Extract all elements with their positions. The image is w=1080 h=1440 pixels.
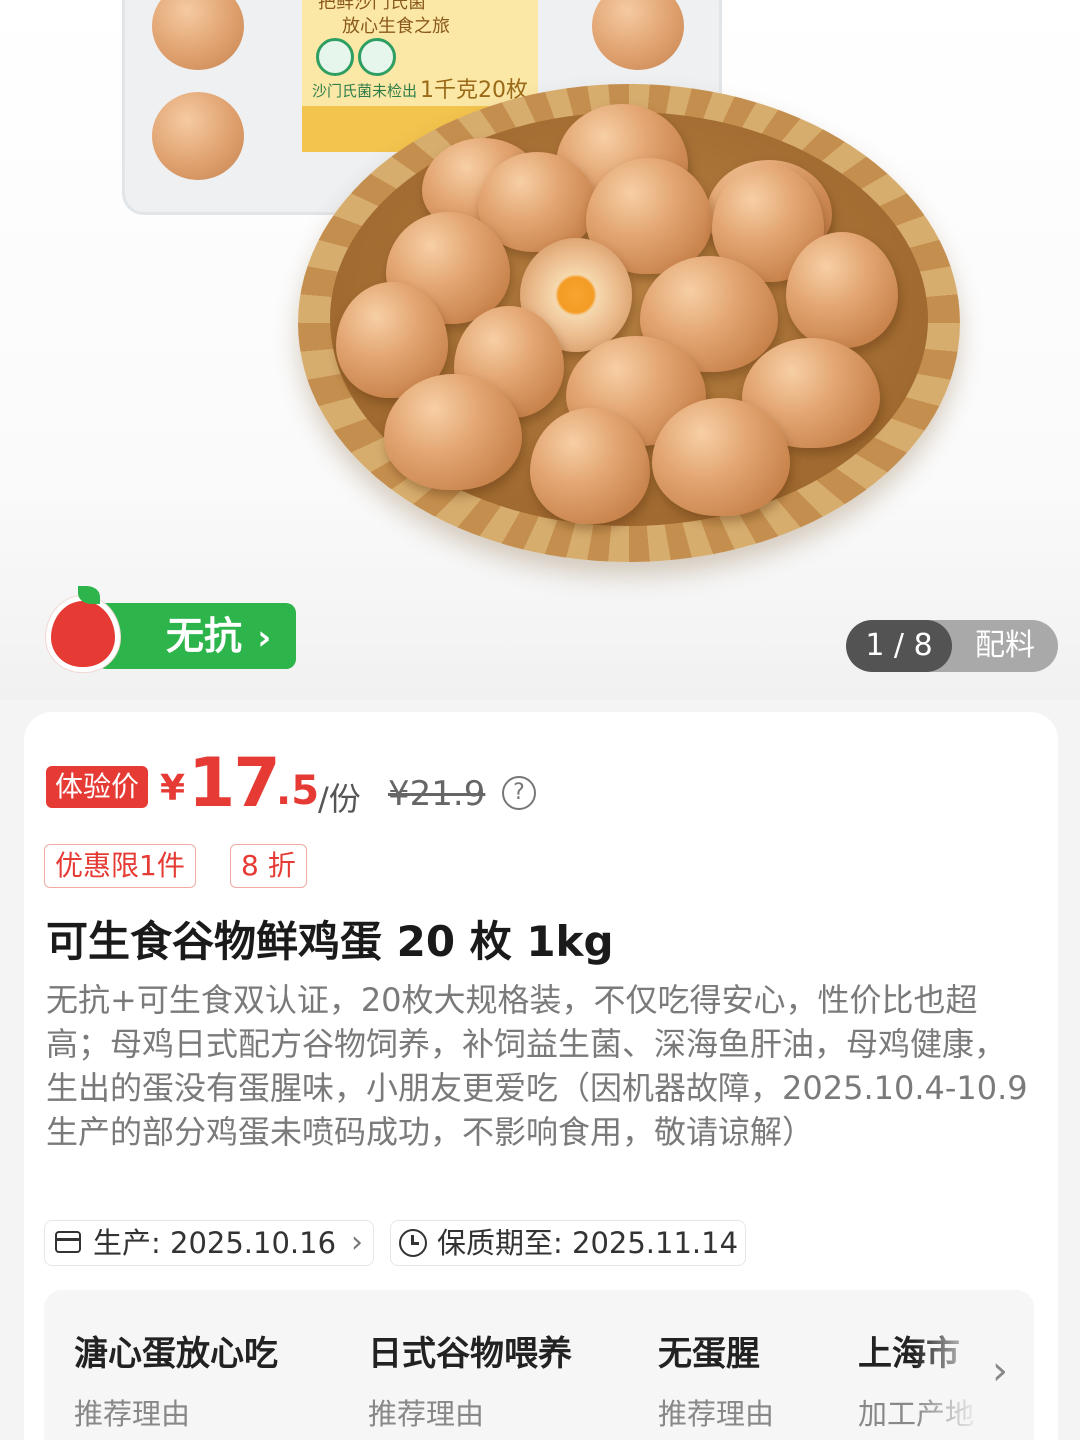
reason-title: 无蛋腥 bbox=[658, 1334, 760, 1374]
promo-limit-tag: 优惠限1件 bbox=[44, 844, 196, 888]
badge-label: 无抗 bbox=[166, 614, 243, 658]
discount-tag: 8 折 bbox=[230, 844, 307, 888]
price-currency: ¥ bbox=[160, 768, 186, 809]
certification-logo bbox=[316, 38, 354, 76]
chevron-right-icon: › bbox=[257, 618, 272, 658]
product-detail-page: 把鲜沙门氏菌 放心生食之旅 沙门氏菌未检出 1千克20枚 无抗 › 1 / 8 … bbox=[0, 0, 1080, 1440]
egg bbox=[786, 232, 898, 348]
reason-subtitle: 推荐理由 bbox=[74, 1397, 191, 1431]
ingredients-tab[interactable]: 配料 bbox=[952, 620, 1058, 672]
no-antibiotics-pill: 无抗 › bbox=[96, 603, 296, 669]
scroll-fade bbox=[914, 1290, 1034, 1440]
clock-icon bbox=[399, 1229, 427, 1257]
help-icon[interactable]: ? bbox=[502, 776, 536, 810]
apple-logo-icon bbox=[46, 596, 120, 672]
expiry-date: 保质期至: 2025.11.14 bbox=[437, 1226, 739, 1260]
price-decimal: .5 bbox=[276, 768, 320, 814]
package-label-line3: 沙门氏菌未检出 bbox=[312, 82, 418, 100]
image-counter[interactable]: 1 / 8 配料 bbox=[846, 620, 1058, 672]
egg bbox=[530, 408, 650, 524]
reason-item[interactable]: 溏心蛋放心吃 推荐理由 bbox=[74, 1326, 278, 1433]
reason-item[interactable]: 无蛋腥 推荐理由 bbox=[658, 1326, 774, 1433]
product-title: 可生食谷物鲜鸡蛋 20 枚 1kg bbox=[46, 917, 614, 966]
price-row: 体验价 ¥ 17 .5 /份 ¥21.9 ? bbox=[46, 744, 1026, 823]
price-unit: /份 bbox=[318, 780, 361, 818]
product-description: 无抗+可生食双认证，20枚大规格装，不仅吃得安心，性价比也超高；母鸡日式配方谷物… bbox=[46, 981, 1028, 1151]
recommendation-strip[interactable]: 溏心蛋放心吃 推荐理由 日式谷物喂养 推荐理由 无蛋腥 推荐理由 上海市 加工产… bbox=[44, 1290, 1034, 1440]
product-image-carousel[interactable]: 把鲜沙门氏菌 放心生食之旅 沙门氏菌未检出 1千克20枚 无抗 › 1 / 8 … bbox=[0, 0, 1080, 700]
calendar-icon bbox=[55, 1231, 81, 1253]
package-label-line2: 放心生食之旅 bbox=[342, 16, 450, 37]
certification-logo bbox=[358, 38, 396, 76]
price-integer: 17 bbox=[188, 744, 281, 823]
egg bbox=[652, 398, 790, 516]
chevron-right-icon: › bbox=[351, 1225, 363, 1260]
original-price: ¥21.9 bbox=[388, 774, 486, 814]
reason-subtitle: 推荐理由 bbox=[368, 1397, 485, 1431]
reason-item[interactable]: 日式谷物喂养 推荐理由 bbox=[368, 1326, 572, 1433]
production-date-chip[interactable]: 生产: 2025.10.16 › bbox=[44, 1220, 374, 1266]
expiry-date-chip: 保质期至: 2025.11.14 bbox=[390, 1220, 746, 1266]
trial-price-label: 体验价 bbox=[46, 766, 149, 808]
image-index: 1 / 8 bbox=[846, 620, 952, 672]
reason-title: 溏心蛋放心吃 bbox=[74, 1334, 278, 1374]
reason-subtitle: 推荐理由 bbox=[658, 1397, 775, 1431]
egg bbox=[384, 374, 522, 490]
no-antibiotics-badge[interactable]: 无抗 › bbox=[46, 586, 296, 676]
reason-title: 日式谷物喂养 bbox=[368, 1334, 572, 1374]
product-info-card: 体验价 ¥ 17 .5 /份 ¥21.9 ? 优惠限1件 8 折 可生食谷物鲜鸡… bbox=[24, 712, 1058, 1440]
production-date: 生产: 2025.10.16 bbox=[93, 1226, 337, 1260]
chevron-right-icon[interactable]: › bbox=[992, 1348, 1008, 1394]
